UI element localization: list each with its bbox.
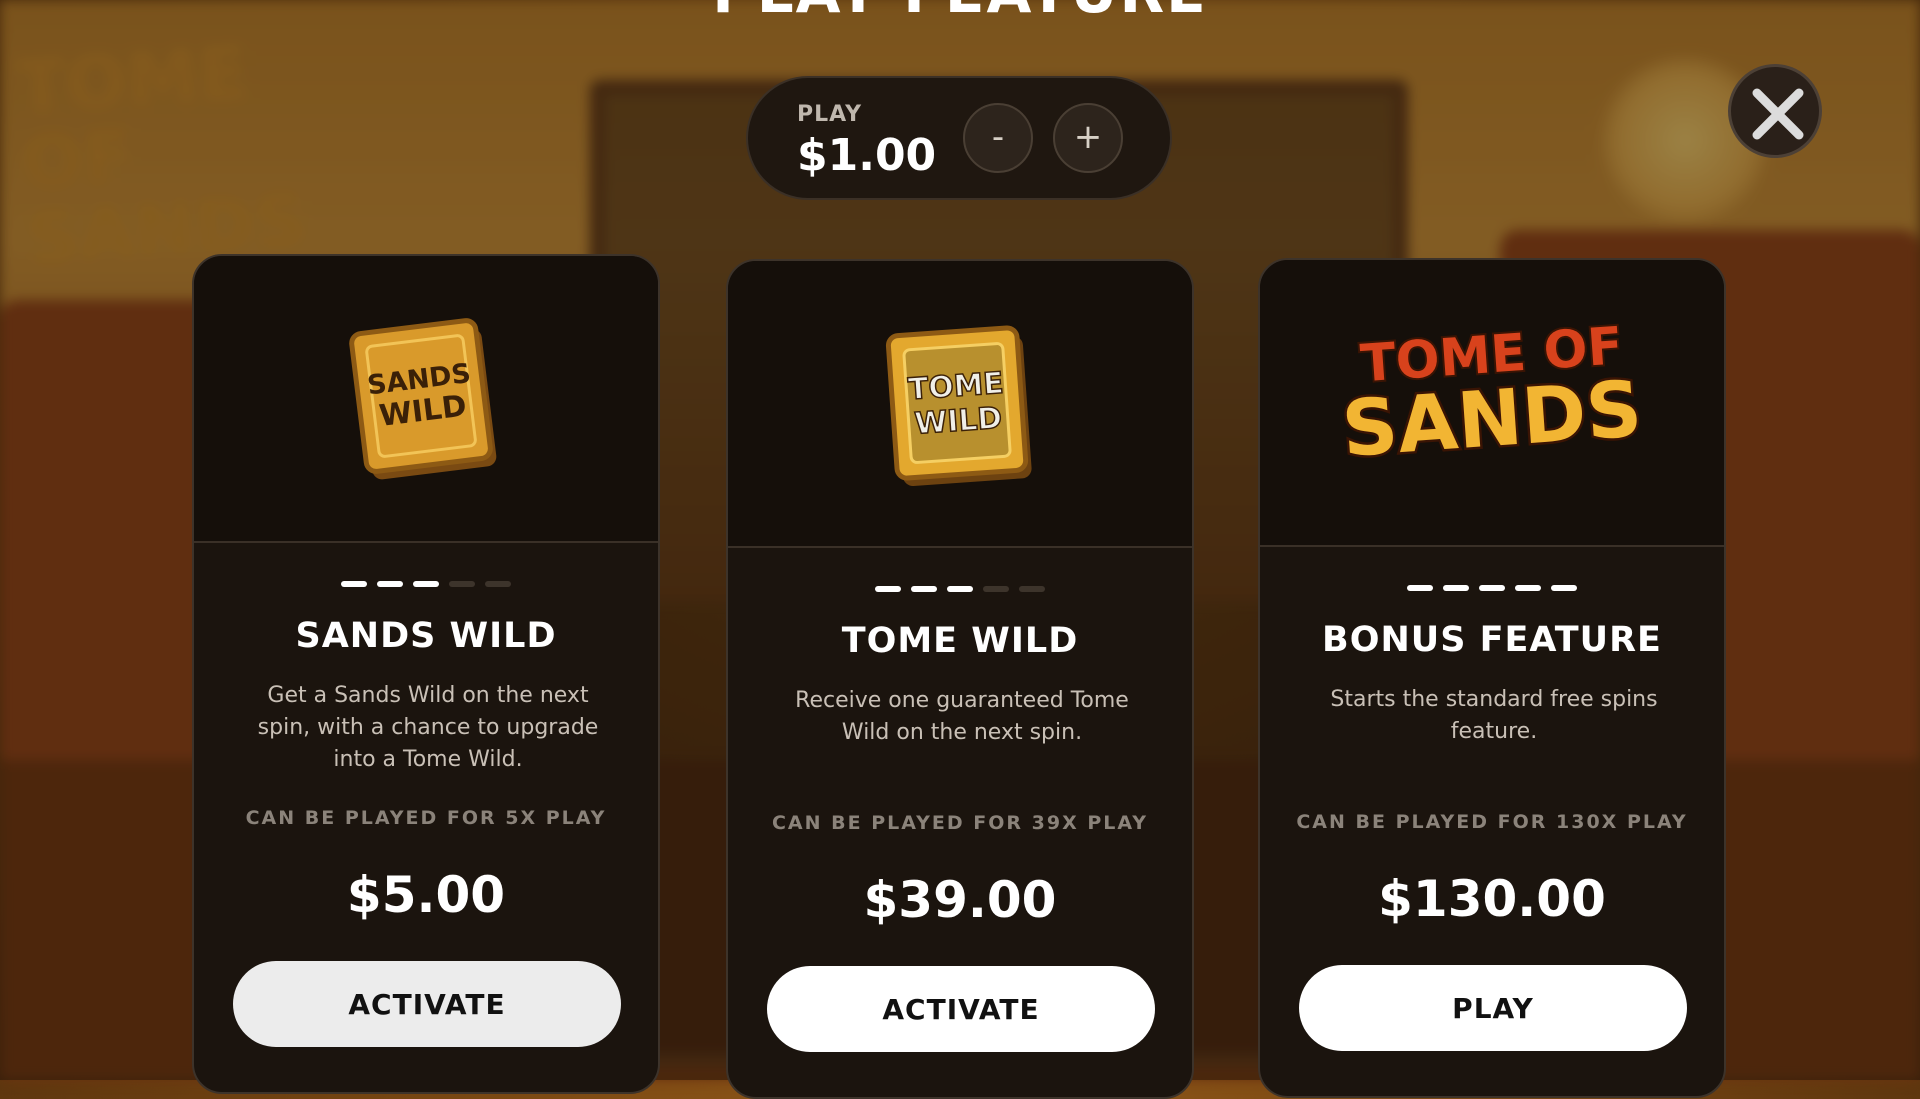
tome-of-sands-logo: TOME OF SANDS: [1337, 314, 1648, 477]
card-description: Receive one guaranteed Tome Wild on the …: [795, 688, 1129, 745]
tome-wild-book-icon: TOME WILD: [885, 325, 1032, 486]
feature-card-sands-wild: SANDS WILD SANDS WILD Get a Sands Wild o…: [192, 254, 660, 1094]
level-dash: [983, 586, 1009, 592]
play-label: PLAY: [797, 102, 862, 127]
close-button[interactable]: [1728, 64, 1822, 158]
card-description: Starts the standard free spins feature.: [1330, 687, 1658, 744]
close-icon: [1752, 88, 1804, 140]
card-title: TOME WILD: [841, 621, 1079, 661]
level-dash: [947, 586, 973, 592]
card-price: $39.00: [863, 871, 1057, 929]
activate-button[interactable]: ACTIVATE: [233, 961, 621, 1047]
level-dash: [377, 581, 403, 587]
play-button[interactable]: PLAY: [1299, 965, 1687, 1051]
card-cost-note: CAN BE PLAYED FOR 39X PLAY: [771, 812, 1149, 834]
level-dash: [1443, 585, 1469, 591]
level-indicator: [728, 586, 1192, 592]
card-cost-note: CAN BE PLAYED FOR 130X PLAY: [1296, 811, 1688, 833]
level-dash: [1551, 585, 1577, 591]
level-dash: [485, 581, 511, 587]
level-dash: [449, 581, 475, 587]
level-dash: [1407, 585, 1433, 591]
level-indicator: [1260, 585, 1724, 591]
level-dash: [1515, 585, 1541, 591]
page-title: PLAY FEATURE: [0, 0, 1920, 26]
tome-wild-art-line2: WILD: [913, 401, 1003, 442]
level-dash: [413, 581, 439, 587]
card-cost-note: CAN BE PLAYED FOR 5X PLAY: [245, 807, 607, 829]
card-price: $5.00: [346, 866, 506, 924]
level-indicator: [194, 581, 658, 587]
feature-card-bonus-feature: TOME OF SANDS BONUS FEATURE Starts the s…: [1258, 258, 1726, 1098]
feature-card-tome-wild: TOME WILD TOME WILD Receive one guarante…: [726, 259, 1194, 1099]
play-value: $1.00: [797, 130, 937, 181]
card-title: BONUS FEATURE: [1322, 620, 1662, 660]
card-price: $130.00: [1378, 870, 1606, 928]
level-dash: [911, 586, 937, 592]
level-dash: [1479, 585, 1505, 591]
card-title: SANDS WILD: [295, 616, 557, 656]
card-description: Get a Sands Wild on the next spin, with …: [257, 683, 599, 772]
play-stepper: PLAY $1.00 - +: [746, 76, 1172, 200]
level-dash: [875, 586, 901, 592]
activate-button[interactable]: ACTIVATE: [767, 966, 1155, 1052]
level-dash: [1019, 586, 1045, 592]
increase-play-button[interactable]: +: [1053, 103, 1123, 173]
level-dash: [341, 581, 367, 587]
decrease-play-button[interactable]: -: [963, 103, 1033, 173]
sands-wild-book-icon: SANDS WILD: [349, 318, 497, 480]
